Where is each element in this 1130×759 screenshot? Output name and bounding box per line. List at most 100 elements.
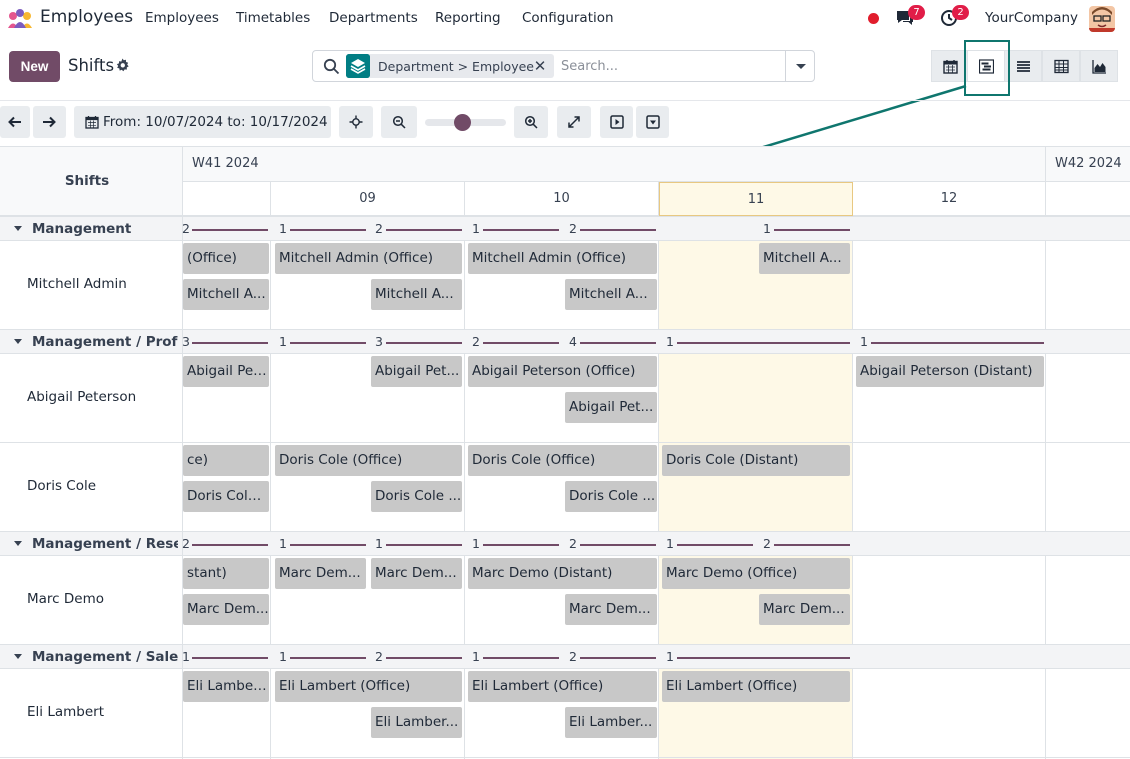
shift-count: 1 xyxy=(279,649,287,664)
status-dot xyxy=(868,13,879,24)
search-input[interactable] xyxy=(561,56,781,76)
shift-pill[interactable]: Marc Dem... xyxy=(275,558,366,589)
date-range-picker[interactable]: From: 10/07/2024 to: 10/17/2024 xyxy=(74,106,331,138)
user-avatar[interactable] xyxy=(1089,6,1115,32)
shift-pill[interactable]: Marc Dem... xyxy=(759,594,850,625)
count-bar xyxy=(677,342,850,344)
zoom-out-button[interactable] xyxy=(381,106,417,138)
focus-today-button[interactable] xyxy=(339,106,373,138)
count-bar xyxy=(290,657,366,659)
shift-count: 2 xyxy=(375,221,383,236)
group-row-sales[interactable]: Management / Sales 1 1 2 1 2 1 xyxy=(0,644,1130,670)
shift-pill[interactable]: ce) xyxy=(183,445,269,476)
shift-pill[interactable]: Doris Cole (Office) xyxy=(468,445,657,476)
week-label: W42 2024 xyxy=(1055,156,1122,171)
count-bar xyxy=(386,342,462,344)
groupby-facet[interactable]: Department > Employee ✕ xyxy=(346,54,554,78)
shift-pill[interactable]: Abigail Pet... xyxy=(565,392,657,423)
shift-pill[interactable]: Mitchell A... xyxy=(371,279,462,310)
shift-pill[interactable]: Doris Cole ... xyxy=(183,481,269,512)
facet-remove-icon[interactable]: ✕ xyxy=(532,58,548,74)
shift-pill[interactable]: (Office) xyxy=(183,243,269,274)
count-bar xyxy=(192,342,268,344)
row-separator xyxy=(0,442,1130,443)
app-title[interactable]: Employees xyxy=(40,7,133,27)
week-divider xyxy=(1045,147,1046,182)
shift-count: 2 xyxy=(569,649,577,664)
expand-button[interactable] xyxy=(557,106,591,138)
arrow-right-icon xyxy=(43,116,56,128)
shift-pill[interactable]: Mitchell A... xyxy=(565,279,657,310)
menu-reporting[interactable]: Reporting xyxy=(435,10,501,26)
shift-pill[interactable]: Mitchell Admin (Office) xyxy=(468,243,657,274)
expand-rows-button[interactable] xyxy=(600,106,633,138)
group-row-management[interactable]: Management 2 1 2 1 2 1 xyxy=(0,216,1130,242)
employee-name: Marc Demo xyxy=(27,591,104,607)
group-label: Management / Rese... xyxy=(32,536,178,552)
shift-pill[interactable]: stant) xyxy=(183,558,269,589)
shift-pill[interactable]: Eli Lamber... xyxy=(183,671,269,702)
shift-pill[interactable]: Mitchell Admin (Office) xyxy=(275,243,462,274)
group-row-research[interactable]: Management / Rese... 2 1 1 1 2 1 2 xyxy=(0,531,1130,557)
count-bar xyxy=(483,342,559,344)
shift-count: 3 xyxy=(375,334,383,349)
employees-app-icon[interactable] xyxy=(6,8,34,30)
shift-pill[interactable]: Doris Cole ... xyxy=(371,481,462,512)
shift-pill[interactable]: Abigail Pet... xyxy=(371,356,462,387)
shift-pill[interactable]: Doris Cole (Office) xyxy=(275,445,462,476)
company-switcher[interactable]: YourCompany xyxy=(985,10,1078,26)
zoom-in-icon xyxy=(524,115,538,129)
view-pivot-button[interactable] xyxy=(1042,50,1080,82)
shift-pill[interactable]: Eli Lambert (Office) xyxy=(662,671,850,702)
shift-pill[interactable]: Doris Cole ... xyxy=(565,481,657,512)
shift-pill[interactable]: Abigail Peterson (Distant) xyxy=(856,356,1044,387)
count-bar xyxy=(580,342,656,344)
count-bar xyxy=(483,229,559,231)
collapse-rows-button[interactable] xyxy=(636,106,669,138)
shift-pill[interactable]: Doris Cole (Distant) xyxy=(662,445,850,476)
shift-pill[interactable]: Mitchell A... xyxy=(759,243,850,274)
view-graph-button[interactable] xyxy=(1080,50,1118,82)
shift-pill[interactable]: Eli Lamber... xyxy=(565,707,657,738)
menu-departments[interactable]: Departments xyxy=(329,10,418,26)
group-label: Management / Sales xyxy=(32,649,178,665)
shift-pill[interactable]: Marc Demo (Distant) xyxy=(468,558,657,589)
list-icon xyxy=(1017,61,1030,72)
shift-count: 1 xyxy=(666,334,674,349)
shift-pill[interactable]: Mitchell A... xyxy=(183,279,269,310)
employee-name: Doris Cole xyxy=(27,478,97,494)
menu-employees[interactable]: Employees xyxy=(145,10,219,26)
count-bar xyxy=(386,657,462,659)
shift-pill[interactable]: Abigail Pet... xyxy=(183,356,269,387)
count-bar xyxy=(290,342,366,344)
group-label: Management xyxy=(32,221,132,237)
shift-pill[interactable]: Marc Dem... xyxy=(371,558,462,589)
shift-pill[interactable]: Marc Dem... xyxy=(183,594,269,625)
shift-count: 1 xyxy=(666,649,674,664)
column-line xyxy=(852,216,853,759)
zoom-in-button[interactable] xyxy=(514,106,548,138)
zoom-slider-handle[interactable] xyxy=(453,114,471,131)
square-caret-right-icon xyxy=(610,115,624,129)
caret-down-icon xyxy=(14,226,22,231)
next-button[interactable] xyxy=(33,106,66,138)
shift-pill[interactable]: Marc Dem... xyxy=(565,594,657,625)
group-row-professional[interactable]: Management / Prof... 3 1 3 2 4 1 1 xyxy=(0,329,1130,355)
search-icon[interactable] xyxy=(323,58,340,75)
shift-pill[interactable]: Eli Lambert (Office) xyxy=(275,671,462,702)
search-options-toggle[interactable] xyxy=(785,51,815,81)
menu-timetables[interactable]: Timetables xyxy=(236,10,310,26)
gear-icon[interactable] xyxy=(115,58,130,73)
shift-pill[interactable]: Eli Lamber... xyxy=(371,707,462,738)
shift-pill[interactable]: Eli Lambert (Office) xyxy=(468,671,657,702)
caret-down-icon xyxy=(14,654,22,659)
count-bar xyxy=(677,657,850,659)
previous-button[interactable] xyxy=(0,106,30,138)
page-title: Shifts xyxy=(68,56,115,75)
shift-pill[interactable]: Abigail Peterson (Office) xyxy=(468,356,657,387)
search-bar[interactable]: Department > Employee ✕ xyxy=(312,50,815,82)
chevron-down-icon xyxy=(796,64,806,69)
new-button[interactable]: New xyxy=(9,51,60,82)
shift-pill[interactable]: Marc Demo (Office) xyxy=(662,558,850,589)
menu-configuration[interactable]: Configuration xyxy=(522,10,614,26)
